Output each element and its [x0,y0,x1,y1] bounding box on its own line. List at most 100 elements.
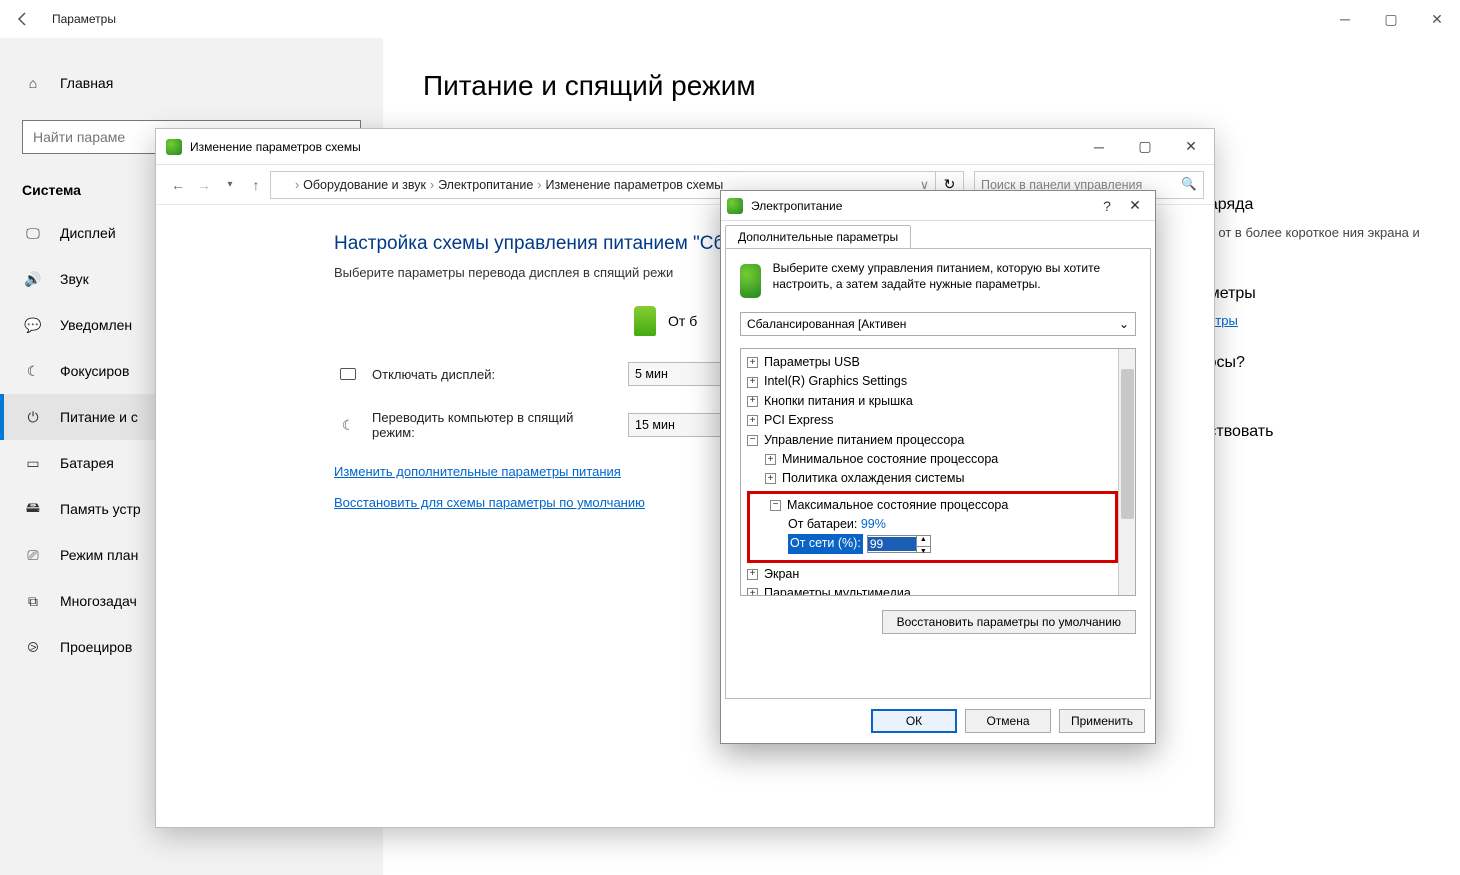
close-button[interactable]: ✕ [1414,0,1460,38]
crumb-1[interactable]: Электропитание [438,178,533,192]
battery-column-label: От б [668,313,697,329]
nav-icon: 🖴 [24,497,42,521]
nav-forward-button[interactable]: → [192,173,216,197]
nav-up-button[interactable]: ↑ [244,173,268,197]
ok-button[interactable]: ОК [871,709,957,733]
nav-back-button[interactable]: ← [166,173,190,197]
dlg-title: Электропитание [751,199,842,213]
nav-label: Многозадач [60,593,137,609]
maximize-button[interactable]: ▢ [1368,0,1414,38]
cp-maximize-button[interactable]: ▢ [1122,132,1168,162]
dlg-titlebar: Электропитание ? ✕ [721,191,1155,221]
window-controls: ─ ▢ ✕ [1322,0,1460,38]
power-options-dialog: Электропитание ? ✕ Дополнительные параме… [720,190,1156,744]
moon-icon [342,417,355,434]
nav-label: Батарея [60,455,114,471]
nav-label: Дисплей [60,225,116,241]
nav-icon: ⏻ [24,409,42,426]
on-ac-label: От сети (%): [788,534,863,553]
cp-title: Изменение параметров схемы [190,140,361,154]
tree-cpu[interactable]: Управление питанием процессора [764,431,964,450]
highlight-box: −Максимальное состояние процессора От ба… [747,491,1118,563]
tree-cpu-min[interactable]: Минимальное состояние процессора [782,450,998,469]
cp-titlebar: Изменение параметров схемы ─ ▢ ✕ [156,129,1214,165]
expand-icon[interactable]: + [747,357,758,368]
on-battery-value[interactable]: 99% [861,515,886,534]
tab-advanced[interactable]: Дополнительные параметры [725,225,911,248]
page-title: Питание и спящий режим [423,70,1420,102]
scheme-dropdown[interactable]: Сбалансированная [Активен ⌄ [740,312,1136,336]
tree-intel[interactable]: Intel(R) Graphics Settings [764,372,907,391]
crumb-2[interactable]: Изменение параметров схемы [545,178,723,192]
row-display-label: Отключать дисплей: [372,367,594,382]
expand-icon[interactable]: + [747,569,758,580]
cp-minimize-button[interactable]: ─ [1076,132,1122,162]
nav-icon: 💬 [24,317,42,334]
expand-icon[interactable]: + [747,415,758,426]
apply-button[interactable]: Применить [1059,709,1145,733]
spin-up-button[interactable]: ▲ [917,535,930,547]
search-icon: 🔍 [1181,177,1197,192]
dlg-icon [727,198,743,214]
scrollbar-thumb[interactable] [1121,369,1134,519]
home-icon: ⌂ [24,75,42,91]
expand-icon[interactable]: + [747,396,758,407]
restore-defaults-button[interactable]: Восстановить параметры по умолчанию [882,610,1136,634]
tree-screen[interactable]: Экран [764,565,799,584]
nav-label: Питание и с [60,409,138,425]
cancel-button[interactable]: Отмена [965,709,1051,733]
cp-close-button[interactable]: ✕ [1168,132,1214,162]
nav-icon: ⧉ [24,593,42,610]
home-label: Главная [60,75,113,91]
settings-tree[interactable]: + Параметры USB + Intel(R) Graphics Settin… [741,349,1118,595]
tree-pci[interactable]: PCI Express [764,411,833,430]
breadcrumb-icon [277,178,291,192]
nav-icon: ⎚ [24,547,42,564]
dlg-help-button[interactable]: ? [1093,195,1121,217]
chevron-down-icon: ⌄ [1119,317,1129,331]
nav-label: Звук [60,271,89,287]
on-ac-input[interactable] [868,537,916,551]
expand-icon[interactable]: + [765,473,776,484]
nav-label: Память устр [60,501,141,517]
on-ac-spinner[interactable]: ▲▼ [867,535,931,553]
back-button[interactable] [0,0,46,38]
nav-icon: ⧁ [24,639,42,656]
expand-icon[interactable]: + [747,377,758,388]
display-icon [340,368,356,380]
nav-icon: ☾ [24,363,42,380]
tree-scrollbar[interactable] [1118,349,1135,595]
nav-label: Уведомлен [60,317,132,333]
settings-titlebar: Параметры ─ ▢ ✕ [0,0,1460,38]
dlg-intro-text: Выберите схему управления питанием, кото… [773,261,1136,298]
scheme-value: Сбалансированная [Активен [747,317,906,331]
nav-label: Режим план [60,547,138,563]
nav-recent-button[interactable]: ▾ [218,173,242,197]
collapse-icon[interactable]: − [770,500,781,511]
nav-label: Фокусиров [60,363,129,379]
dlg-intro-icon [740,264,761,298]
power-plan-icon [166,139,182,155]
tree-lid[interactable]: Кнопки питания и крышка [764,392,913,411]
home-nav[interactable]: ⌂ Главная [0,60,383,106]
tree-multimedia[interactable]: Параметры мультимедиа [764,584,911,595]
crumb-0[interactable]: Оборудование и звук [303,178,426,192]
row-sleep-label: Переводить компьютер в спящий режим: [372,410,594,440]
nav-icon: ▭ [24,455,42,472]
expand-icon[interactable]: + [765,454,776,465]
nav-label: Проециров [60,639,132,655]
tree-cooling[interactable]: Политика охлаждения системы [782,469,964,488]
dlg-close-button[interactable]: ✕ [1121,195,1149,217]
minimize-button[interactable]: ─ [1322,0,1368,38]
battery-icon [634,306,656,336]
dlg-body: Выберите схему управления питанием, кото… [725,248,1151,699]
tree-usb[interactable]: Параметры USB [764,353,860,372]
nav-icon: 🖵 [24,225,42,242]
expand-icon[interactable]: + [747,588,758,595]
collapse-icon[interactable]: − [747,435,758,446]
window-title: Параметры [46,12,116,26]
nav-icon: 🔊 [24,271,42,288]
spin-down-button[interactable]: ▼ [917,547,930,558]
tree-cpu-max[interactable]: Максимальное состояние процессора [787,496,1008,515]
on-battery-label: От батареи: [788,515,857,534]
